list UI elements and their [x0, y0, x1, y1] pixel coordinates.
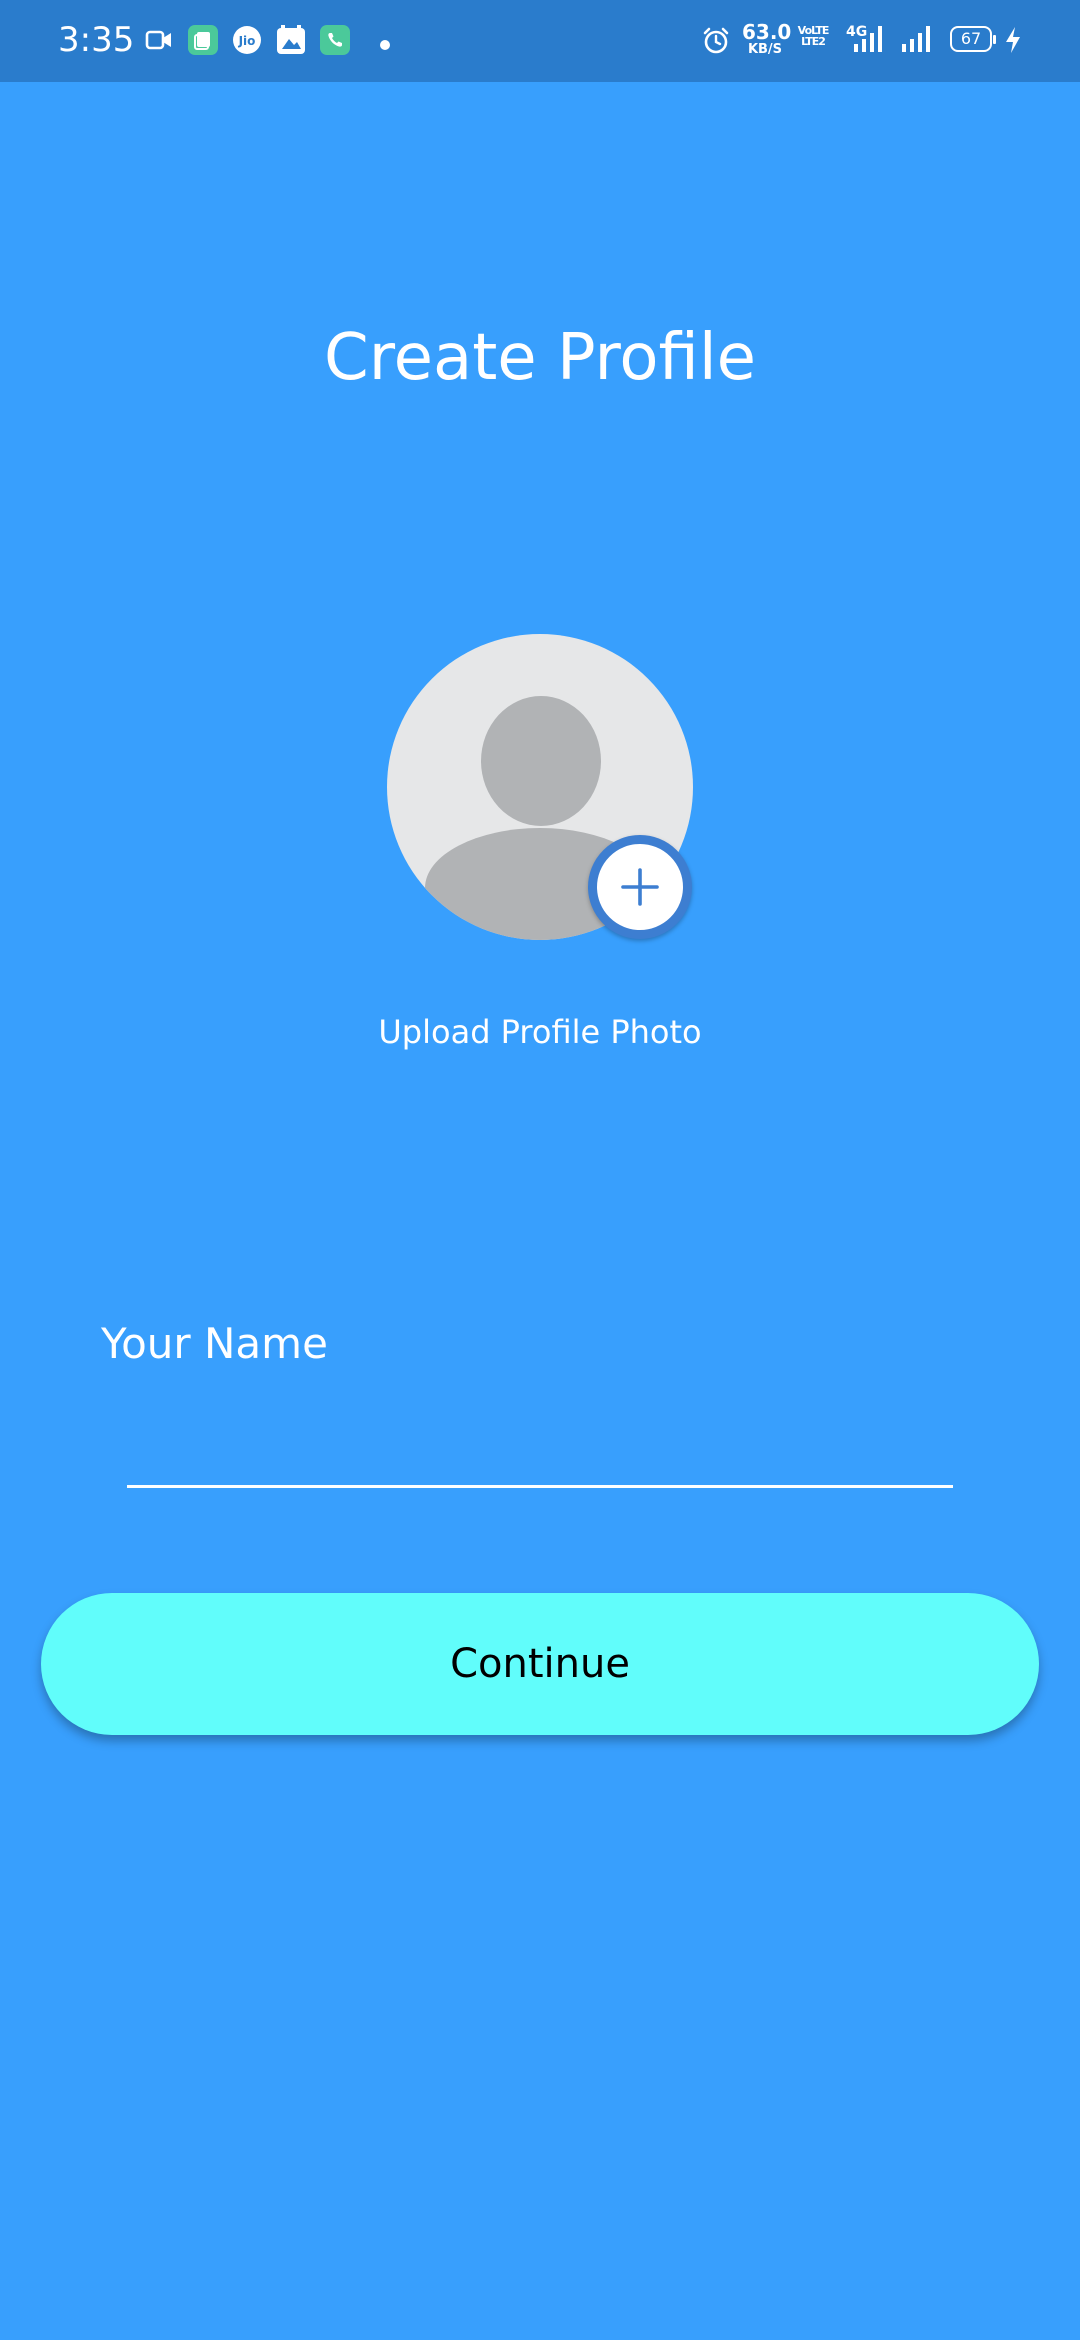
network-speed: 63.0 KB/S: [742, 20, 792, 57]
signal-icon: [900, 24, 940, 58]
name-input[interactable]: [127, 1420, 953, 1488]
create-profile-screen: 3:35 Jio 63.0 KB/S VoLTE LTE2 4G 67 Crea…: [0, 0, 1080, 2340]
add-photo-button[interactable]: [588, 835, 692, 939]
plus-icon: [621, 868, 659, 906]
jio-icon: Jio: [232, 25, 262, 59]
name-field-label: Your Name: [101, 1319, 328, 1368]
gallery-app-icon: [276, 25, 306, 59]
battery-icon: 67: [950, 26, 996, 52]
video-camera-icon: [145, 29, 173, 55]
svg-text:Jio: Jio: [238, 34, 256, 48]
signal-icon: [850, 24, 890, 58]
continue-button[interactable]: Continue: [41, 1593, 1039, 1735]
avatar-placeholder-head: [481, 696, 601, 826]
charging-icon: [1004, 26, 1022, 58]
phone-call-icon: [320, 25, 350, 59]
page-title: Create Profile: [324, 321, 756, 395]
upload-profile-photo-label[interactable]: Upload Profile Photo: [0, 1010, 1080, 1054]
status-bar: 3:35 Jio 63.0 KB/S VoLTE LTE2 4G 67: [0, 0, 1080, 82]
status-time: 3:35: [58, 20, 135, 60]
multitask-app-icon: [188, 25, 218, 59]
dot-icon: [380, 35, 390, 54]
alarm-icon: [702, 27, 730, 59]
volte-indicator: VoLTE LTE2: [797, 24, 830, 48]
